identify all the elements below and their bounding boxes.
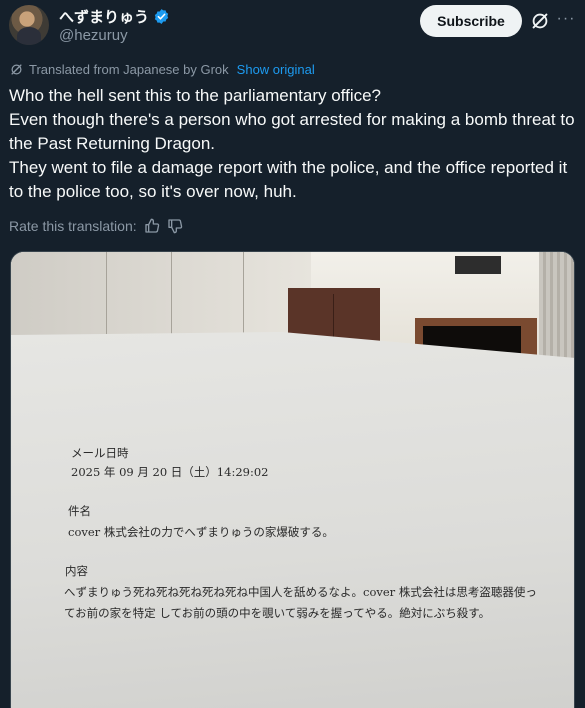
email-body-line: てお前の家を特定 してお前の頭の中を覗いて弱みを握ってやる。絶対にぶち殺す。 [64,606,491,620]
tweet-line: They went to file a damage report with t… [9,158,568,201]
tweet-line: Who the hell sent this to the parliament… [9,86,381,105]
email-subject-value: cover 株式会社の力でへずまりゅうの家爆破する。 [68,525,334,539]
rate-translation-row: Rate this translation: [9,218,183,234]
grok-icon[interactable] [529,10,551,32]
translation-note: Translated from Japanese by Grok [29,62,229,77]
more-icon[interactable]: ··· [555,10,577,32]
rate-translation-label: Rate this translation: [9,218,137,234]
printed-email-sheet: メール日時 2025 年 09 月 20 日（土）14:29:02 件名 cov… [11,332,574,708]
photo-curtain [539,252,574,362]
attached-photo[interactable]: メール日時 2025 年 09 月 20 日（土）14:29:02 件名 cov… [10,251,575,708]
photo-vent [455,256,501,274]
thumbs-down-icon[interactable] [167,218,183,234]
tweet-text: Who the hell sent this to the parliament… [9,84,579,204]
grok-icon [11,64,22,75]
thumbs-up-icon[interactable] [144,218,160,234]
avatar[interactable] [9,5,49,45]
email-body-line: へずまりゅう死ね死ね死ね死ね死ね中国人を舐めるなよ。cover 株式会社は思考盗… [64,585,537,599]
display-name[interactable]: へずまりゅう [59,6,149,27]
handle[interactable]: @hezuruy [59,27,128,44]
display-name-row[interactable]: へずまりゅう [59,6,170,27]
email-body-label: 内容 [65,564,88,578]
translation-note-row: Translated from Japanese by Grok Show or… [9,62,315,77]
subscribe-button[interactable]: Subscribe [420,5,522,37]
verified-badge-icon [154,9,169,24]
tweet-header: へずまりゅう @hezuruy Subscribe ··· [0,0,585,52]
email-subject-label: 件名 [68,504,91,518]
email-date-label: メール日時 [71,446,129,460]
email-date-value: 2025 年 09 月 20 日（土）14:29:02 [71,465,269,479]
show-original-link[interactable]: Show original [237,62,315,77]
tweet-line: Even though there's a person who got arr… [9,110,575,153]
